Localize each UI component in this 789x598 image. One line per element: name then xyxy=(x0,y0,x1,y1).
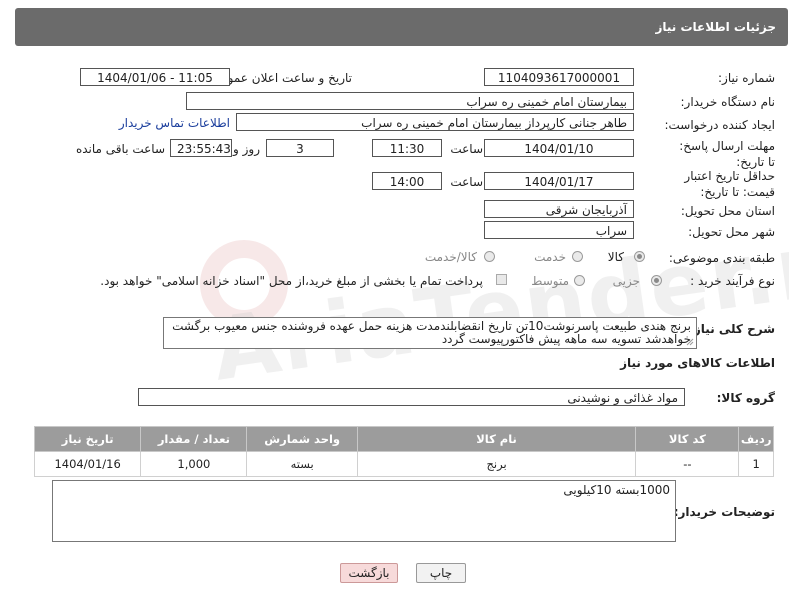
cell-quantity: 1,000 xyxy=(140,451,248,477)
need-number-field: 1104093617000001 xyxy=(484,68,634,86)
goods-table: ردیف کد کالا نام کالا واحد شمارش تعداد /… xyxy=(33,426,774,477)
buyer-notes-textarea[interactable]: 1000بسته 10کیلویی xyxy=(52,480,676,542)
deadline-time-label: ساعت xyxy=(450,142,483,156)
goods-group-label: گروه کالا: xyxy=(716,391,775,405)
col-header-date: تاریخ نیاز xyxy=(33,426,142,452)
process-radio-medium[interactable] xyxy=(574,275,585,286)
days-field: 3 xyxy=(266,139,334,157)
col-header-quantity: تعداد / مقدار xyxy=(140,426,248,452)
col-header-name: نام کالا xyxy=(356,426,637,452)
validity-time-field: 14:00 xyxy=(372,172,442,190)
page-title: جزئیات اطلاعات نیاز xyxy=(655,20,776,34)
validity-label: حداقل تاریخ اعتبار قیمت: تا تاریخ: xyxy=(684,169,775,199)
province-field: آذربایجان شرقی xyxy=(484,200,634,218)
validity-time-label: ساعت xyxy=(450,175,483,189)
deadline-label: مهلت ارسال پاسخ: تا تاریخ: xyxy=(679,139,775,169)
cell-row-number: 1 xyxy=(738,451,774,477)
print-button[interactable]: چاپ xyxy=(416,563,466,583)
city-label: شهر محل تحویل: xyxy=(688,225,775,239)
remaining-time-field: 23:55:43 xyxy=(170,139,232,157)
col-header-code: کد کالا xyxy=(635,426,740,452)
process-option-medium: متوسط xyxy=(531,274,569,288)
buyer-notes-text: 1000بسته 10کیلویی xyxy=(563,483,670,497)
description-textarea[interactable]: برنج هندی طبیعت پاسرنوشت10تن تاریخ انقضا… xyxy=(163,317,697,349)
goods-section-title: اطلاعات کالاهای مورد نیاز xyxy=(620,356,775,370)
back-button[interactable]: بازگشت xyxy=(340,563,398,583)
deadline-date-field: 1404/01/10 xyxy=(484,139,634,157)
description-text: برنج هندی طبیعت پاسرنوشت10تن تاریخ انقضا… xyxy=(172,319,691,346)
province-label: استان محل تحویل: xyxy=(680,204,775,218)
description-label: شرح کلی نیاز: xyxy=(689,322,775,336)
resize-handle-icon[interactable] xyxy=(686,338,694,346)
buyer-contact-link[interactable]: اطلاعات تماس خریدار xyxy=(119,116,230,130)
process-label: نوع فرآیند خرید : xyxy=(690,274,775,288)
cell-name: برنج xyxy=(356,451,637,477)
buyer-org-field: بیمارستان امام خمینی ره سراب xyxy=(186,92,634,110)
goods-group-field: مواد غذائی و نوشیدنی xyxy=(138,388,685,406)
process-option-minor: جزیی xyxy=(612,274,640,288)
cell-unit: بسته xyxy=(246,451,358,477)
requester-label: ایجاد کننده درخواست: xyxy=(664,118,775,132)
buyer-org-label: نام دستگاه خریدار: xyxy=(680,95,776,109)
category-radio-service[interactable] xyxy=(572,251,583,262)
table-row: 1 -- برنج بسته 1,000 1404/01/16 xyxy=(33,451,774,477)
category-radio-goods[interactable] xyxy=(634,251,645,262)
validity-date-field: 1404/01/17 xyxy=(484,172,634,190)
cell-date: 1404/01/16 xyxy=(33,451,142,477)
table-header-row: ردیف کد کالا نام کالا واحد شمارش تعداد /… xyxy=(33,426,774,452)
buyer-notes-label: توضیحات خریدار: xyxy=(673,505,775,519)
category-option-both: کالا/خدمت xyxy=(424,250,477,264)
category-option-service: خدمت xyxy=(534,250,566,264)
category-label: طبقه بندی موضوعی: xyxy=(668,251,775,265)
header-bar: جزئیات اطلاعات نیاز xyxy=(15,8,788,46)
requester-field: طاهر جنانی کارپرداز بیمارستان امام خمینی… xyxy=(236,113,634,131)
city-field: سراب xyxy=(484,221,634,239)
payment-note: پرداخت تمام یا بخشی از مبلغ خرید،از محل … xyxy=(100,274,483,288)
remaining-label: ساعت باقی مانده xyxy=(75,142,165,156)
category-radio-both[interactable] xyxy=(484,251,495,262)
days-label: روز و xyxy=(233,142,260,156)
col-header-unit: واحد شمارش xyxy=(246,426,358,452)
need-number-label: شماره نیاز: xyxy=(718,71,775,85)
col-header-row-number: ردیف xyxy=(738,426,774,452)
treasury-payment-checkbox[interactable] xyxy=(496,274,507,285)
process-radio-minor[interactable] xyxy=(651,275,662,286)
deadline-time-field: 11:30 xyxy=(372,139,442,157)
category-option-goods: کالا xyxy=(607,250,624,264)
cell-code: -- xyxy=(635,451,740,477)
announce-field: 1404/01/06 - 11:05 xyxy=(80,68,230,86)
